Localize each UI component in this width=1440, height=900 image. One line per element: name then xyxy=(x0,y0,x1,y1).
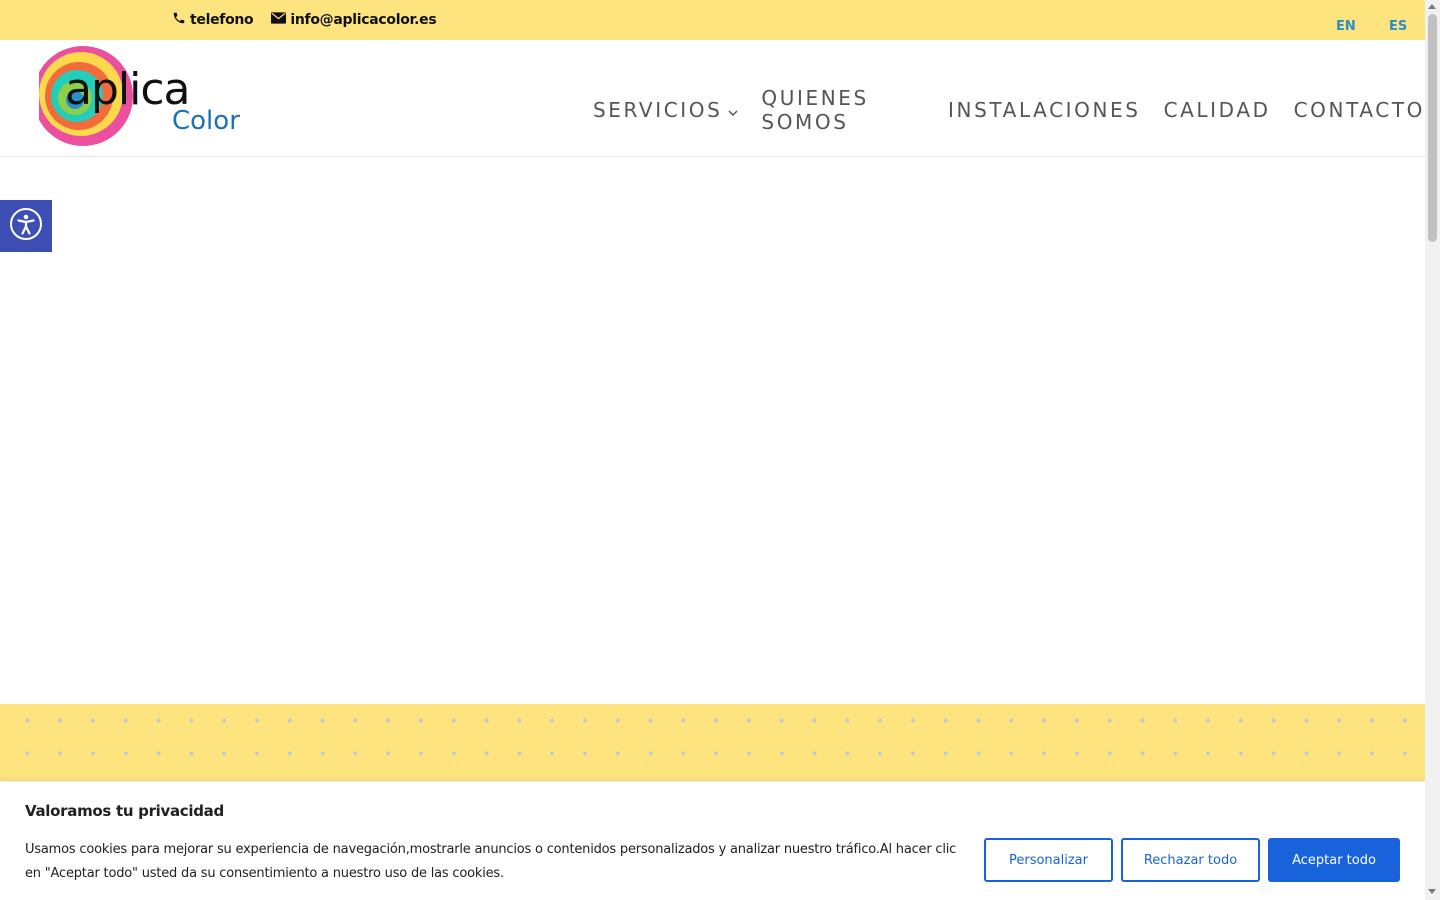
nav-label-contacto: CONTACTO xyxy=(1293,98,1425,122)
cookie-description: Usamos cookies para mejorar su experienc… xyxy=(25,842,957,881)
nav-label-servicios: SERVICIOS xyxy=(593,98,723,122)
nav-quienes-somos[interactable]: QUIENES SOMOS xyxy=(761,86,925,134)
accessibility-icon xyxy=(9,207,43,245)
phone-link[interactable]: telefono xyxy=(172,11,254,29)
cookie-title: Valoramos tu privacidad xyxy=(25,802,224,820)
main-nav: SERVICIOS QUIENES SOMOS INSTALACIONES CA… xyxy=(593,86,1425,134)
scroll-down-arrow-icon[interactable] xyxy=(1428,889,1436,894)
nav-label-calidad: CALIDAD xyxy=(1163,98,1271,122)
page-scrollbar[interactable] xyxy=(1425,0,1440,900)
nav-instalaciones[interactable]: INSTALACIONES xyxy=(948,98,1141,122)
logo-text-main: aplica xyxy=(65,64,190,115)
nav-label-instalaciones: INSTALACIONES xyxy=(948,98,1141,122)
envelope-icon xyxy=(271,12,287,28)
logo-text-sub: Color xyxy=(172,106,240,136)
nav-servicios[interactable]: SERVICIOS xyxy=(593,98,738,122)
chevron-down-icon xyxy=(728,98,738,122)
nav-calidad[interactable]: CALIDAD xyxy=(1164,98,1271,122)
scroll-up-arrow-icon[interactable] xyxy=(1428,4,1436,9)
cookie-banner: Valoramos tu privacidad Usamos cookies p… xyxy=(0,781,1425,900)
accept-all-button[interactable]: Aceptar todo xyxy=(1268,838,1400,882)
decorative-dots-band xyxy=(0,704,1425,784)
site-header: aplica Color SERVICIOS QUIENES SOMOS INS… xyxy=(0,40,1425,157)
nav-contacto[interactable]: CONTACTO xyxy=(1294,98,1425,122)
customize-cookies-button[interactable]: Personalizar xyxy=(984,838,1113,882)
contact-info: telefono info@aplicacolor.es xyxy=(172,11,437,29)
email-label: info@aplicacolor.es xyxy=(290,12,437,28)
email-link[interactable]: info@aplicacolor.es xyxy=(271,12,437,28)
language-en-link[interactable]: EN xyxy=(1336,19,1356,34)
phone-icon xyxy=(172,11,186,29)
phone-label: telefono xyxy=(190,12,254,28)
accessibility-button[interactable] xyxy=(0,200,52,252)
language-es-link[interactable]: ES xyxy=(1389,19,1407,34)
scrollbar-thumb[interactable] xyxy=(1428,14,1437,242)
top-bar: telefono info@aplicacolor.es EN ES xyxy=(0,0,1425,40)
site-logo[interactable]: aplica Color xyxy=(33,46,245,150)
nav-label-quienes-somos: QUIENES SOMOS xyxy=(761,86,869,134)
reject-all-button[interactable]: Rechazar todo xyxy=(1121,838,1260,882)
